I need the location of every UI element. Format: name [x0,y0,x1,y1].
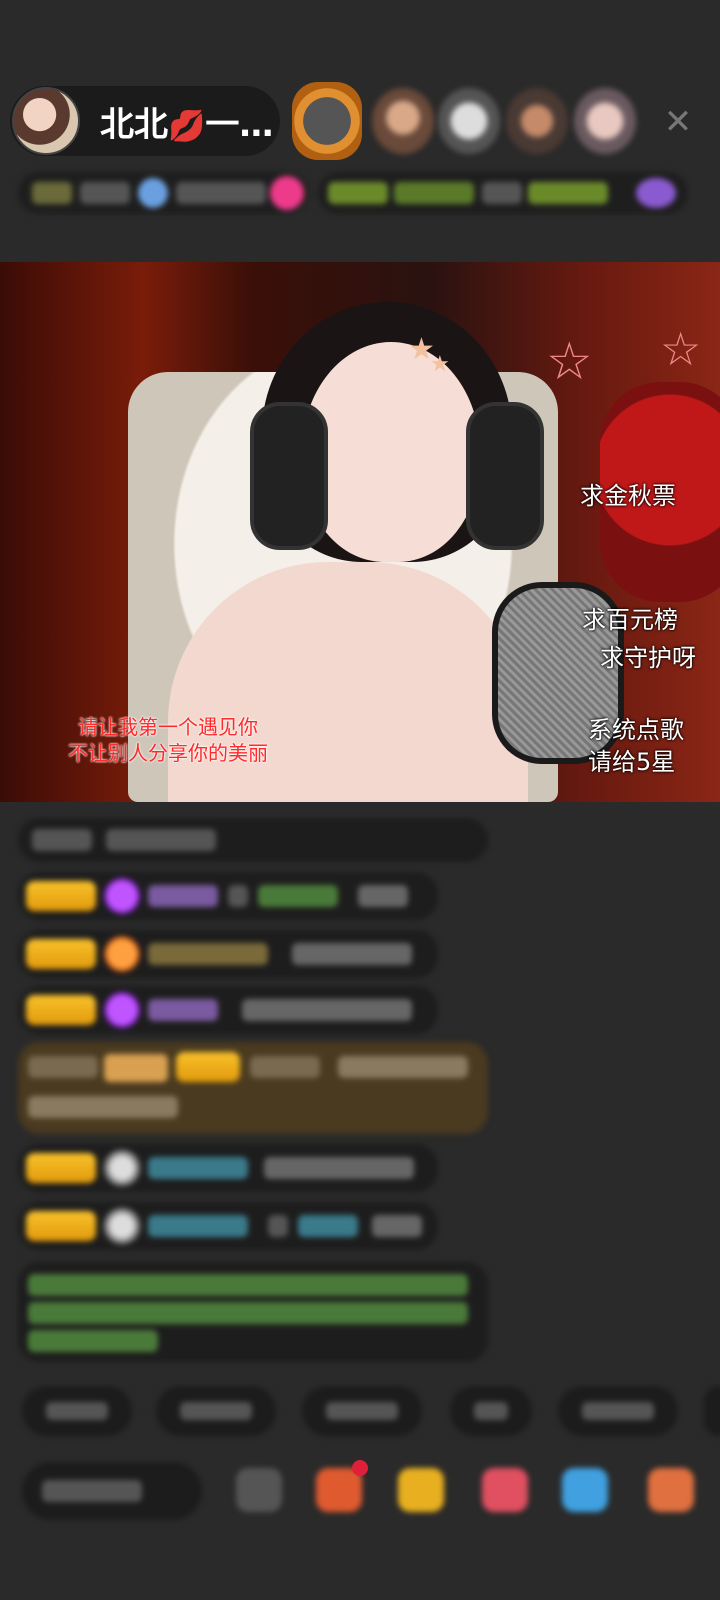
host-name: 北北💋一… [100,97,273,146]
quick-chip-1[interactable] [22,1386,132,1436]
activity-tag-3 [482,182,522,204]
level-badge [26,995,96,1025]
headphone-right [466,402,544,550]
level-badge [176,1052,240,1082]
headphone-left [250,402,328,550]
quick-chip-4[interactable] [450,1386,532,1436]
chat-message-highlight[interactable] [18,1042,488,1134]
kiss-lips-icon: 💋 [168,108,206,144]
activity-icon[interactable] [636,178,676,208]
level-badge [26,1211,96,1241]
share-icon[interactable] [562,1468,608,1512]
top-viewer-avatar-4[interactable] [506,88,568,154]
star-outline-icon: ☆ [546,332,593,392]
overlay-text-4: 系统点歌 [588,716,684,744]
host-info-pill[interactable]: 北北💋一… [10,86,280,156]
game-icon[interactable] [482,1468,528,1512]
star-outline-icon: ☆ [660,322,702,376]
room-info-bar[interactable] [18,172,308,214]
quick-chip-2[interactable] [156,1386,276,1436]
gem-icon [104,936,140,972]
top-viewer-avatar-3[interactable] [438,88,500,154]
host-avatar[interactable] [12,87,80,155]
level-badge [26,939,96,969]
rank-text [80,182,130,204]
level-badge [26,1153,96,1183]
lyrics-line-2: 不让别人分享你的美丽 [68,741,268,765]
gift-icon[interactable] [270,176,304,210]
avatar [104,1208,140,1244]
fans-text [176,182,266,204]
chat-system-message [18,1262,488,1362]
activity-tag-2 [394,182,474,204]
more-icon[interactable] [648,1468,694,1512]
overlay-text-5: 请给5星 [588,748,676,776]
overlay-text-2: 求百元榜 [582,606,678,634]
activity-info-bar[interactable] [318,172,688,214]
avatar [104,1150,140,1186]
chat-input[interactable] [22,1462,202,1520]
treasure-icon[interactable] [398,1468,444,1512]
top-viewer-avatar-2[interactable] [372,88,434,154]
chat-message[interactable] [18,930,438,978]
chat-message[interactable] [18,986,438,1034]
top-viewer-avatar-5[interactable] [574,88,636,154]
streamer-face [302,342,480,562]
gem-icon [104,878,140,914]
chat-message[interactable] [18,1144,438,1192]
emoji-icon[interactable] [236,1468,282,1512]
lyrics-line-1: 请让我第一个遇见你 [78,715,258,739]
quick-chip-5[interactable] [558,1386,678,1436]
close-icon[interactable]: ✕ [656,100,700,144]
chat-message[interactable] [18,872,438,920]
activity-tag-1 [328,182,388,204]
lyrics-overlay: 请让我第一个遇见你 不让别人分享你的美丽 [48,714,288,766]
gem-icon [104,992,140,1028]
quick-chip-3[interactable] [302,1386,422,1436]
fans-icon [138,178,168,208]
host-name-text: 北北 [100,104,168,145]
host-name-suffix: 一… [205,104,274,145]
rank-badge [32,182,72,204]
quick-chip-6[interactable] [704,1386,720,1436]
chat-message[interactable] [18,1202,438,1250]
level-badge [26,881,96,911]
activity-tag-4 [528,182,608,204]
chat-notice [18,818,488,862]
top-viewer-avatar-1[interactable] [292,82,362,160]
overlay-text-3: 求守护呀 [600,644,696,672]
overlay-text-1: 求金秋票 [580,482,676,510]
live-video-stream[interactable]: ★ ★ ☆ ☆ 求金秋票 求百元榜 求守护呀 系统点歌 请给5星 请让我第一个遇… [0,262,720,802]
star-icon: ★ [430,352,450,377]
notification-dot [352,1460,368,1476]
